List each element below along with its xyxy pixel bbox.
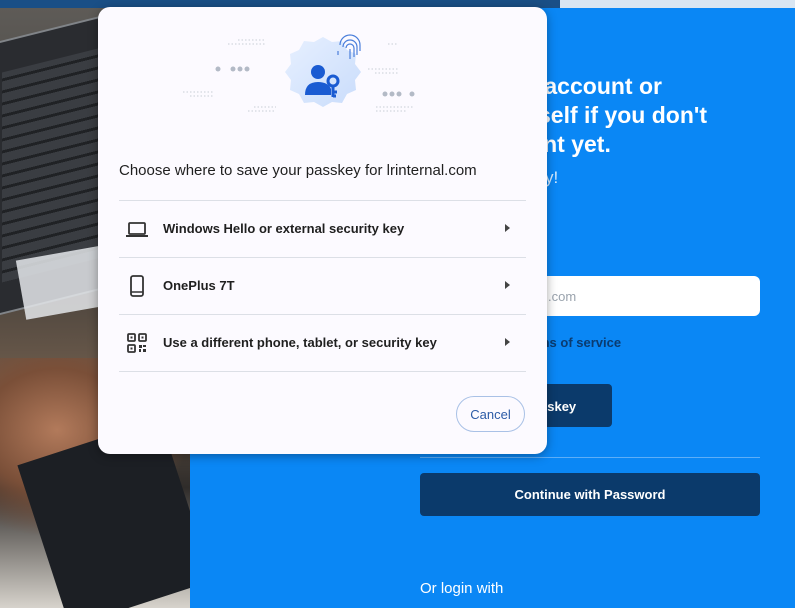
or-login-with-label: Or login with <box>420 580 504 597</box>
email-field-text: .com <box>548 289 577 304</box>
qr-code-icon <box>127 333 147 353</box>
terms-of-service-link[interactable]: ms of service <box>538 335 621 350</box>
option-different-device[interactable]: Use a different phone, tablet, or securi… <box>119 314 526 372</box>
chevron-right-icon <box>505 338 510 346</box>
chevron-right-icon <box>505 224 510 232</box>
option-label: Use a different phone, tablet, or securi… <box>163 335 437 350</box>
divider <box>420 457 760 458</box>
option-oneplus-7t[interactable]: OnePlus 7T <box>119 257 526 314</box>
dialog-title: Choose where to save your passkey for lr… <box>119 162 477 179</box>
phone-icon <box>130 275 144 297</box>
page-headline: ur account or urself if you don't ount y… <box>515 73 708 157</box>
option-label: Windows Hello or external security key <box>163 221 405 236</box>
passkey-illustration <box>183 34 415 112</box>
laptop-icon <box>126 222 148 237</box>
continue-with-password-button[interactable]: Continue with Password <box>420 473 760 516</box>
chevron-right-icon <box>505 281 510 289</box>
option-label: OnePlus 7T <box>163 278 235 293</box>
cancel-button[interactable]: Cancel <box>456 396 525 432</box>
option-windows-hello[interactable]: Windows Hello or external security key <box>119 200 526 257</box>
passkey-dialog: Choose where to save your passkey for lr… <box>98 7 547 454</box>
